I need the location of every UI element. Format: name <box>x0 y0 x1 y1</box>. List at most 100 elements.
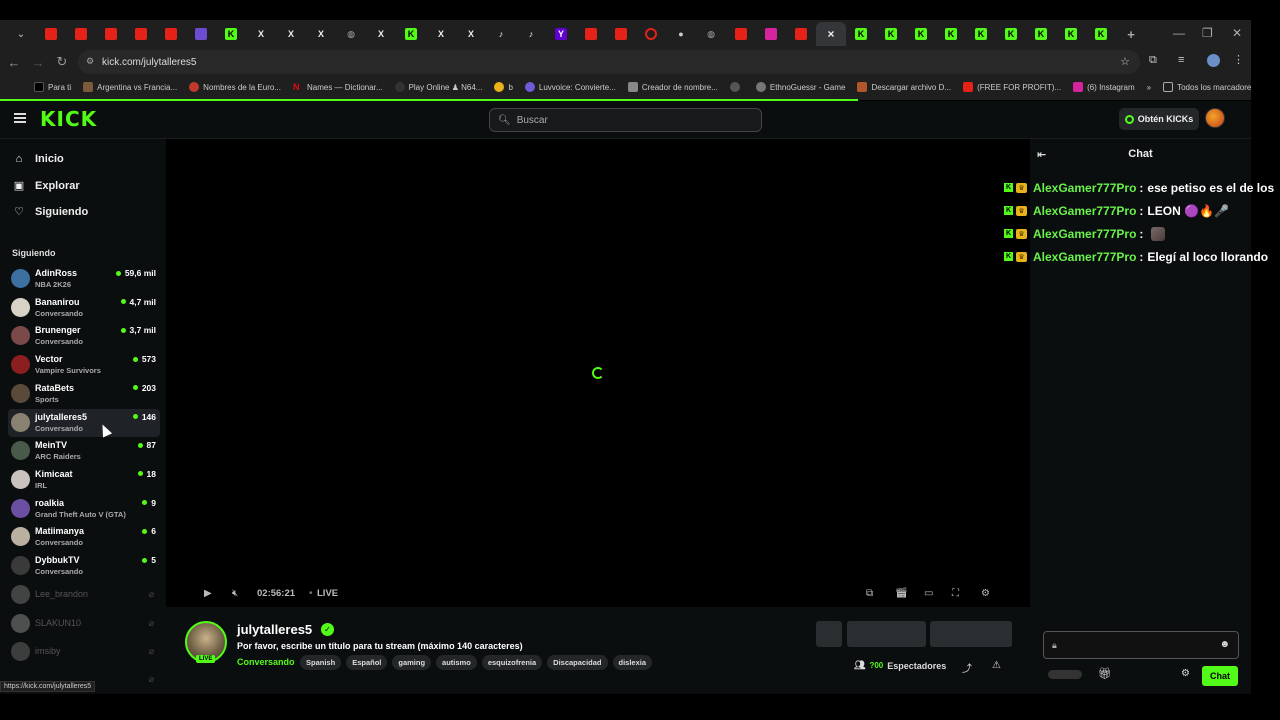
tag[interactable]: Discapacidad <box>547 655 608 670</box>
theater-icon[interactable]: ▭ <box>924 588 933 599</box>
forward-icon[interactable]: → <box>26 55 50 70</box>
channel-item[interactable]: RataBets Sports 203 <box>8 380 160 408</box>
tab[interactable]: X <box>366 22 396 46</box>
new-tab-button[interactable]: + <box>1116 22 1146 46</box>
video-player[interactable]: ▶ 🔇︎ 02:56:21 • LIVE ⧉ 🎬︎ ▭ ⛶ ⚙ <box>166 139 1030 607</box>
bookmark-item[interactable]: Argentina vs Francia... <box>83 82 177 92</box>
action-button-placeholder[interactable] <box>816 621 842 647</box>
tab[interactable] <box>726 22 756 46</box>
channel-item[interactable]: Matiimanya Conversando 6 <box>8 523 160 551</box>
media-icon[interactable]: ≡ <box>1178 54 1184 66</box>
get-kicks-button[interactable]: Obtén KICKs <box>1119 108 1199 130</box>
tab[interactable] <box>66 22 96 46</box>
tag[interactable]: dislexia <box>612 655 653 670</box>
tab-search-dropdown[interactable]: ⌄ <box>6 22 36 46</box>
tab[interactable] <box>36 22 66 46</box>
collapse-chat-icon[interactable]: ⇤ <box>1037 148 1046 161</box>
live-label[interactable]: LIVE <box>317 588 338 599</box>
tab[interactable]: K <box>1086 22 1116 46</box>
tab[interactable] <box>756 22 786 46</box>
reload-icon[interactable]: ↻ <box>50 54 74 70</box>
bookmark-item[interactable]: EthnoGuessr - Game <box>755 82 845 92</box>
channel-offline[interactable]: Lee_brandon ⌀ <box>8 581 160 609</box>
pip-icon[interactable]: ⧉ <box>866 588 873 599</box>
emote-picker-icon[interactable]: ☻ <box>1219 639 1230 650</box>
profile-icon[interactable] <box>1207 54 1220 67</box>
tab[interactable] <box>786 22 816 46</box>
channel-item[interactable]: AdinRoss NBA 2K26 59,6 mil <box>8 265 160 293</box>
tab[interactable]: K <box>936 22 966 46</box>
nav-following[interactable]: ♡ Siguiendo <box>12 205 88 219</box>
channel-offline[interactable]: imsiby ⌀ <box>8 638 160 666</box>
bookmark-item[interactable]: (6) Instagram <box>1073 82 1135 92</box>
all-bookmarks[interactable]: Todos los marcadores <box>1163 82 1251 92</box>
tab[interactable] <box>606 22 636 46</box>
tab[interactable]: X <box>246 22 276 46</box>
fullscreen-icon[interactable]: ⛶ <box>952 588 959 599</box>
tab[interactable]: X <box>426 22 456 46</box>
tab[interactable]: K <box>1026 22 1056 46</box>
chat-input[interactable]: 🔒︎ ☻ <box>1043 631 1239 659</box>
chat-username[interactable]: AlexGamer777Pro <box>1033 204 1136 218</box>
user-avatar[interactable] <box>1205 108 1225 128</box>
nav-browse[interactable]: ▣ Explorar <box>12 179 80 193</box>
bookmark-item[interactable]: Descargar archivo D... <box>857 82 951 92</box>
gift-icon[interactable]: 🎁︎ <box>1098 667 1112 680</box>
tag[interactable]: gaming <box>392 655 432 670</box>
site-info-icon[interactable]: ⚙ <box>86 56 94 67</box>
tab[interactable]: X <box>456 22 486 46</box>
kick-logo[interactable]: KICK <box>40 107 97 131</box>
chat-username[interactable]: AlexGamer777Pro <box>1033 181 1136 195</box>
tab[interactable] <box>96 22 126 46</box>
window-close-icon[interactable]: ✕ <box>1232 26 1242 40</box>
tab[interactable]: Y <box>546 22 576 46</box>
report-icon[interactable]: ⚠ <box>992 660 1001 671</box>
tag[interactable]: Spanish <box>300 655 342 670</box>
bookmark-item[interactable]: Creador de nombre... <box>627 82 718 92</box>
send-chat-button[interactable]: Chat <box>1202 666 1238 686</box>
clip-icon[interactable]: 🎬︎ <box>895 588 908 599</box>
tab[interactable] <box>576 22 606 46</box>
bookmark-star-icon[interactable]: ☆ <box>1120 55 1130 68</box>
url-bar[interactable]: ⚙ kick.com/julytalleres5 ☆ <box>78 50 1140 74</box>
search-input[interactable]: 🔍︎ Buscar <box>489 108 762 132</box>
tab[interactable]: ● <box>666 22 696 46</box>
tab[interactable]: ◍ <box>696 22 726 46</box>
streamer-name[interactable]: julytalleres5 <box>237 622 312 637</box>
tab[interactable]: ♪ <box>486 22 516 46</box>
minimize-icon[interactable]: — <box>1173 26 1185 40</box>
tab[interactable]: X <box>306 22 336 46</box>
share-icon[interactable]: ⤴ <box>962 660 972 675</box>
tab[interactable]: K <box>1056 22 1086 46</box>
bookmarks-overflow[interactable]: » <box>1147 83 1151 92</box>
tag[interactable]: autismo <box>436 655 477 670</box>
tab[interactable]: K <box>216 22 246 46</box>
bookmark-item[interactable]: (FREE FOR PROFIT)... <box>963 82 1061 92</box>
menu-icon[interactable] <box>14 113 26 123</box>
channel-item[interactable]: julytalleres5 Conversando 146 <box>8 408 160 437</box>
tab[interactable] <box>636 22 666 46</box>
channel-item[interactable]: Brunenger Conversando 3,7 mil <box>8 322 160 350</box>
tab[interactable]: K <box>846 22 876 46</box>
back-icon[interactable]: ← <box>2 55 26 70</box>
channel-item[interactable]: MeinTV ARC Raiders 87 <box>8 437 160 465</box>
bookmark-item[interactable]: Play Online ♟ N64... <box>394 82 482 92</box>
nav-home[interactable]: ⌂ Inicio <box>12 153 64 165</box>
bookmark-item[interactable]: Para ti <box>34 82 71 92</box>
channel-item[interactable]: Bananirou Conversando 4,7 mil <box>8 294 160 322</box>
tab[interactable]: ♪ <box>516 22 546 46</box>
bookmark-item[interactable]: N Names — Dictionar... <box>292 82 383 92</box>
tab[interactable] <box>186 22 216 46</box>
play-icon[interactable]: ▶ <box>204 588 212 599</box>
action-button-placeholder[interactable] <box>847 621 926 647</box>
bookmark-item[interactable] <box>729 82 744 92</box>
kicks-toggle-icon[interactable] <box>1048 670 1082 679</box>
settings-icon[interactable]: ⚙ <box>981 588 990 599</box>
tab[interactable]: K <box>396 22 426 46</box>
channel-offline[interactable]: SLAKUN10 ⌀ <box>8 610 160 638</box>
tab[interactable]: ◍ <box>336 22 366 46</box>
tab[interactable] <box>126 22 156 46</box>
tab[interactable]: K <box>906 22 936 46</box>
tab[interactable] <box>156 22 186 46</box>
channel-item[interactable]: Kimicaat IRL 18 <box>8 466 160 494</box>
